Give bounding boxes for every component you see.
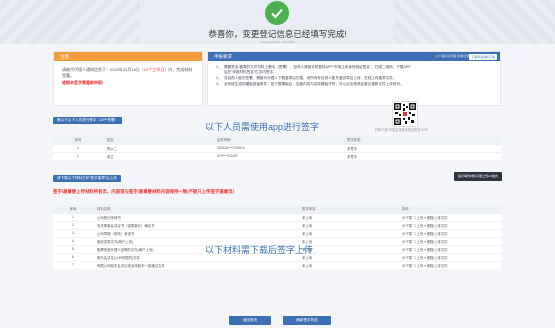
- row-actions[interactable]: ⊕下载 ⇧上传 ≡ 删除上传文件: [398, 236, 501, 245]
- guide-item-text: 需要签名/盖章的文件材料上需手（签署），自然人请用手机登陆APP“市场主体身份验…: [224, 65, 411, 74]
- signer-name: 张立: [103, 151, 213, 160]
- guide-item-text: 全系统生成的模板投保条件，如下载模板后，加盖内容与实际模板不符，可以点击修改后登…: [224, 82, 404, 86]
- row-number: 4: [53, 236, 93, 245]
- row-number: 2: [53, 220, 93, 229]
- table-row: 3 公司章程（修改）承诺书 未上传 ⊕下载 ⇧上传 ≡ 删除上传文件: [53, 228, 501, 237]
- material-name: 公司章程（修改）承诺书: [93, 228, 298, 237]
- refresh-status-button[interactable]: 刷新签字状态: [283, 316, 331, 325]
- column-header: 材料名称: [93, 205, 298, 213]
- row-actions[interactable]: ⊕下载 ⇧上传 ≡ 删除上传文件: [398, 220, 501, 229]
- notice-deadline: 10个工作日: [143, 67, 165, 72]
- app-sign-annotation: 以下人员需使用app进行签字: [205, 122, 320, 132]
- row-actions[interactable]: ⊕下载 ⇧上传 ≡ 删除上传文件: [398, 244, 501, 253]
- guide-title: 申报要求: [214, 54, 232, 59]
- guide-item-number: 1、: [216, 65, 222, 69]
- table-header-row: 序号 材料名称 签字状态 操作: [53, 205, 501, 213]
- row-actions[interactable]: ⊕下载 ⇧上传 ≡ 删除上传文件: [398, 252, 501, 261]
- guide-item-text: 非自然人股东签署、需被代代理人下载盖章后扫描，待所有非自然人股东盖完章后上传，在…: [224, 76, 397, 80]
- upload-status: 未上传: [298, 260, 398, 269]
- table-row: 1 陈以二 320118****225019 未签字: [53, 143, 501, 152]
- table-row: 1 公司登记申请书 未上传 ⊕下载 ⇧上传 ≡ 删除上传文件: [53, 212, 501, 221]
- guide-panel: 申报要求 以下各阶段流程 查看记录 上传 下载申请资料下载 1、 需要签名/盖章的…: [207, 51, 501, 106]
- download-materials-button[interactable]: 下载申请资料下载: [468, 53, 497, 60]
- signer-id: 320118****225019: [213, 143, 343, 152]
- notice-title: 注意: [54, 52, 202, 61]
- page-header: 恭喜你，变更登记信息已经填写完成! congratulations, submi…: [0, 0, 555, 44]
- qr-caption: 扫码下载“市场主体身份验证签名”APP: [375, 128, 429, 132]
- guide-item: 2、 非自然人股东签署、需被代代理人下载盖章后扫描，待所有非自然人股东盖完章后上传…: [216, 76, 413, 81]
- row-actions[interactable]: ⊕下载 ⇧上传 ≡ 删除上传文件: [398, 228, 501, 237]
- notice-line1: 请被代代理人通知信息于：2020年03月19日（: [62, 67, 144, 72]
- guide-header: 申报要求 以下各阶段流程 查看记录 上传 下载申请资料下载: [208, 52, 500, 61]
- column-header: 证件号码: [213, 136, 343, 144]
- material-name: 公司登记申请书: [93, 212, 298, 221]
- upload-annotation: 以下材料需下载后签字上传: [205, 245, 314, 255]
- row-number: 1: [53, 212, 93, 221]
- table-row: 7 有限公司股东会决议或全体股东一致通过文件 未上传 ⊕下载 ⇧上传 ≡ 删除上传文件: [53, 260, 501, 269]
- column-header: 序号: [53, 136, 103, 144]
- notice-overdue-warning: 逾期未签字需重新申报!: [62, 80, 104, 85]
- row-number: 7: [53, 260, 93, 269]
- material-name: 有关董事会决议书（或董事长）确定书: [93, 220, 298, 229]
- upload-status: 未上传: [298, 220, 398, 229]
- guide-item: 3、 全系统生成的模板投保条件，如下载模板后，加盖内容与实际模板不符，可以点击修改…: [216, 82, 413, 87]
- upload-warning: 签字/盖章要上传材料所有页、内容须与签字/盖章要材料内容保持一致(不能只上传签字…: [53, 189, 234, 194]
- column-header: 操作: [398, 205, 501, 213]
- column-header: 签字状态: [298, 205, 398, 213]
- material-name: 有限公司股东会决议或全体股东一致通过文件: [93, 260, 298, 269]
- column-header: 序号: [53, 205, 93, 213]
- row-number: 6: [53, 252, 93, 261]
- upload-status: 未上传: [298, 228, 398, 237]
- success-check-icon: [265, 1, 289, 25]
- row-actions[interactable]: ⊕下载 ⇧上传 ≡ 删除上传文件: [398, 212, 501, 221]
- upload-format-tip-button[interactable]: 提示每份材料只能上传A4格式: [454, 172, 502, 181]
- page-title: 恭喜你，变更登记信息已经填写完成!: [208, 29, 347, 39]
- sign-status: 未签字: [343, 143, 501, 152]
- guide-item-number: 3、: [216, 82, 222, 86]
- column-header: 姓名: [103, 136, 213, 144]
- guide-item: 1、 需要签名/盖章的文件材料上需手（签署），自然人请用手机登陆APP“市场主体身…: [216, 65, 413, 75]
- qr-code-image: [392, 101, 418, 127]
- table-header-row: 序号 姓名 证件号码 签字状态: [53, 136, 501, 144]
- back-home-button[interactable]: 返回首页: [229, 316, 271, 325]
- sign-status: 未签字: [343, 151, 501, 160]
- guide-item-number: 2、: [216, 76, 222, 80]
- upload-materials-table: 序号 材料名称 签字状态 操作 1 公司登记申请书 未上传 ⊕下载 ⇧上传 ≡ 删除上…: [53, 205, 501, 269]
- table-row: 2 有关董事会决议书（或董事长）确定书 未上传 ⊕下载 ⇧上传 ≡ 删除上传文件: [53, 220, 501, 229]
- row-number: 5: [53, 244, 93, 253]
- upload-status: 未上传: [298, 212, 398, 221]
- page-subtitle: congratulations, submitted: [259, 40, 296, 44]
- row-actions[interactable]: ⊕下载 ⇧上传 ≡ 删除上传文件: [398, 260, 501, 269]
- signer-name: 陈以二: [103, 143, 213, 152]
- notice-panel: 注意 请被代代理人通知信息于：2020年03月19日（10个工作日）内，完成材料…: [53, 51, 203, 106]
- table-row: 2 张立 370****23429 未签字: [53, 151, 501, 160]
- guide-list: 1、 需要签名/盖章的文件材料上需手（签署），自然人请用手机登陆APP“市场主体身…: [208, 61, 413, 87]
- row-number: 1: [53, 143, 103, 152]
- app-sign-table: 序号 姓名 证件号码 签字状态 1 陈以二 320118****225019 未…: [53, 136, 501, 160]
- upload-section-button[interactable]: 请下载以下材料打印“签字盖章”后上传: [53, 175, 121, 182]
- row-number: 3: [53, 228, 93, 237]
- row-number: 2: [53, 151, 103, 160]
- column-header: 签字状态: [343, 136, 501, 144]
- app-sign-section-button[interactable]: 需以下以下人员进行签字（APP签署）: [53, 117, 123, 124]
- signer-id: 370****23429: [213, 151, 343, 160]
- notice-text: 请被代代理人通知信息于：2020年03月19日（10个工作日）内，完成材料签署。: [54, 61, 202, 79]
